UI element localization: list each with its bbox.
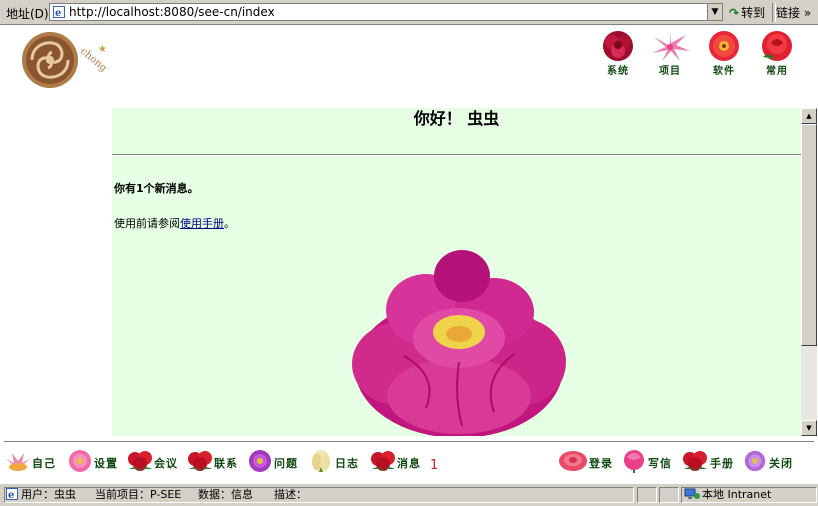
top-nav-system[interactable]: 系统 [596, 29, 640, 79]
bottom-nav-label: 自己 [32, 457, 56, 470]
bottom-nav-settings[interactable]: 设置 [66, 449, 124, 475]
tulip-icon [624, 450, 644, 473]
status-pane [659, 487, 679, 503]
go-label: 转到 [741, 6, 766, 20]
bottom-nav-label: 设置 [94, 457, 118, 470]
address-label: 地址(D) [6, 7, 49, 21]
vertical-scrollbar[interactable]: ▲ ▼ [801, 108, 817, 436]
bottom-nav-label: 手册 [710, 457, 734, 470]
address-url: http://localhost:8080/see-cn/index [69, 5, 275, 19]
rose-red-icon [762, 31, 792, 61]
lily-pink-icon [652, 31, 690, 61]
address-input[interactable]: e http://localhost:8080/see-cn/index ▼ [49, 3, 723, 21]
top-nav-project[interactable]: 项目 [648, 29, 692, 79]
status-data: 数据：信息 [198, 488, 253, 501]
bottom-nav-label: 会议 [154, 457, 178, 470]
bottom-nav-write[interactable]: 写信 [621, 449, 679, 475]
page-title: 你好！ 虫虫 [413, 109, 500, 128]
bottom-nav-label: 联系 [214, 457, 238, 470]
bottom-nav-self[interactable]: 自己 [4, 449, 62, 475]
gerbera-red-icon [709, 31, 739, 61]
go-arrow-icon: ↷ [729, 6, 740, 20]
links-button[interactable]: 链接 » [776, 4, 811, 21]
rose-bouquet-icon [128, 451, 152, 471]
bottom-nav-meeting[interactable]: 会议 [126, 449, 184, 475]
ie-page-icon: e [6, 488, 18, 500]
top-nav-label: 软件 [713, 66, 735, 77]
aster-purple-icon [744, 450, 766, 472]
top-nav-common[interactable]: 常用 [755, 29, 799, 79]
magnolia-icon [312, 450, 330, 472]
bottom-nav-messages[interactable]: 消息 [369, 449, 427, 475]
chongchong-logo: chong ★ [22, 32, 109, 88]
carnation-icon [559, 451, 587, 471]
rose-bouquet-icon [371, 451, 395, 471]
lotus-icon [6, 453, 30, 471]
status-description: 描述： [274, 488, 307, 501]
bottom-divider [4, 441, 814, 442]
bottom-nav-issues[interactable]: 问题 [246, 449, 304, 475]
links-label: 链接 [776, 6, 801, 20]
svg-text:★: ★ [98, 44, 107, 55]
bottom-nav-label: 写信 [648, 457, 672, 470]
new-message-notice: 你有1个新消息。 [114, 182, 199, 195]
message-count-badge: 1 [430, 458, 439, 473]
manual-notice: 使用前请参阅使用手册。 [114, 215, 235, 231]
zone-label: 本地 Intranet [702, 488, 772, 501]
status-bar: e 用户：虫虫 当前项目：P-SEE 数据：信息 描述： 本地 Intranet [0, 483, 818, 506]
go-button[interactable]: ↷ 转到 [729, 4, 765, 21]
bottom-nav-label: 日志 [335, 457, 359, 470]
rose-bouquet-icon [683, 451, 707, 471]
intranet-zone-icon [684, 488, 700, 499]
bottom-nav-login[interactable]: 登录 [558, 449, 618, 475]
peony-image [352, 250, 566, 436]
chevron-right-icon: » [803, 6, 812, 20]
rose-bouquet-icon [188, 451, 212, 471]
scroll-up-icon[interactable]: ▲ [801, 108, 817, 124]
divider [112, 154, 801, 156]
ie-page-icon: e [53, 6, 65, 18]
content-frame: 你好！ 虫虫 你有1个新消息。 使用前请参阅使用手册。 ▲ ▼ [112, 108, 817, 436]
bottom-nav-close[interactable]: 关闭 [742, 449, 800, 475]
aster-pink-icon [69, 450, 91, 472]
status-project: 当前项目：P-SEE [95, 488, 182, 501]
bottom-nav-manual[interactable]: 手册 [680, 449, 740, 475]
svg-text:e: e [55, 8, 61, 18]
bottom-nav-log[interactable]: 日志 [307, 449, 365, 475]
bottom-nav-label: 登录 [589, 457, 613, 470]
content-area: 你好！ 虫虫 你有1个新消息。 使用前请参阅使用手册。 [112, 108, 801, 436]
address-toolbar: 地址(D) e http://localhost:8080/see-cn/ind… [0, 0, 818, 25]
peony-dark-red-icon [603, 31, 633, 61]
status-pane [637, 487, 657, 503]
security-zone: 本地 Intranet [681, 487, 817, 503]
bottom-nav-contact[interactable]: 联系 [186, 449, 244, 475]
top-nav-label: 项目 [659, 66, 681, 77]
bottom-nav-label: 消息 [397, 457, 421, 470]
aster-purple-icon [249, 450, 271, 472]
manual-link[interactable]: 使用手册 [180, 217, 224, 230]
manual-suffix: 。 [224, 217, 235, 230]
address-dropdown-icon[interactable]: ▼ [707, 4, 722, 20]
svg-text:e: e [8, 490, 14, 500]
bottom-nav-label: 关闭 [769, 457, 793, 470]
manual-prefix: 使用前请参阅 [114, 217, 180, 230]
top-nav-label: 常用 [766, 66, 788, 77]
status-text: e 用户：虫虫 当前项目：P-SEE 数据：信息 描述： [4, 487, 634, 503]
status-user: 用户：虫虫 [21, 488, 76, 501]
top-nav-label: 系统 [607, 66, 629, 77]
scroll-down-icon[interactable]: ▼ [801, 420, 817, 436]
scroll-thumb[interactable] [801, 124, 817, 346]
top-nav-software[interactable]: 软件 [702, 29, 746, 79]
bottom-nav-label: 问题 [274, 457, 298, 470]
